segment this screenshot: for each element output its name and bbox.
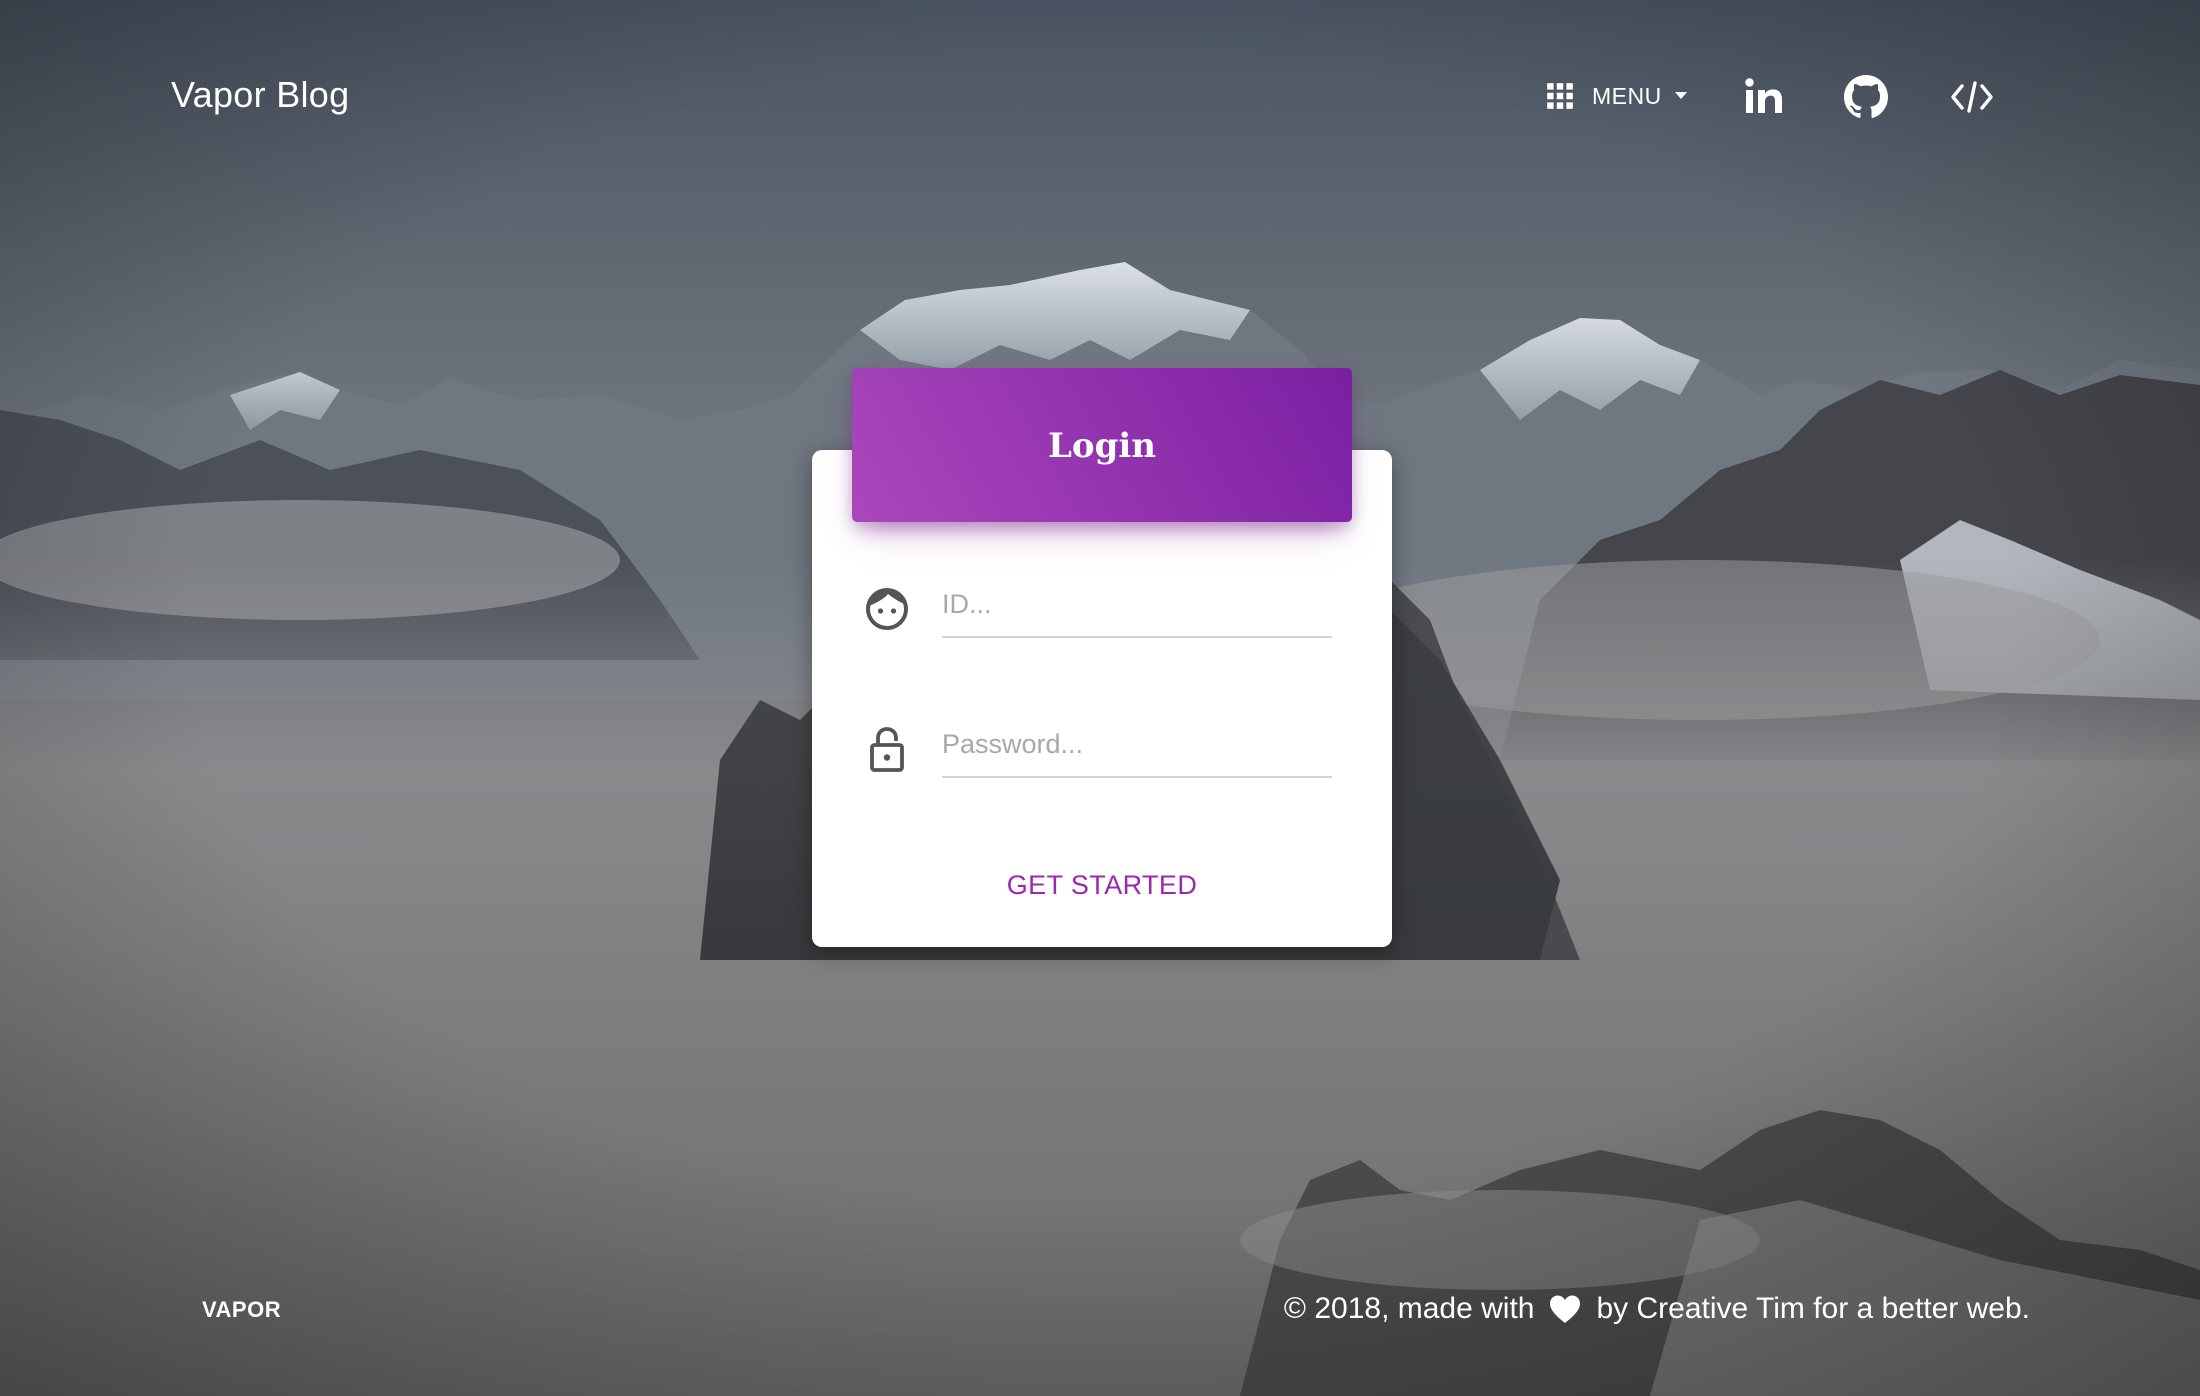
linkedin-icon xyxy=(1745,78,1782,113)
password-input[interactable] xyxy=(942,712,1332,778)
login-title: Login xyxy=(1048,426,1156,466)
menu-label: MENU xyxy=(1592,82,1662,109)
lock-icon xyxy=(862,724,912,774)
login-card-header: Login xyxy=(852,368,1352,522)
copyright-text-end: by Creative Tim for a better web. xyxy=(1596,1292,2030,1325)
heart-icon xyxy=(1550,1295,1581,1323)
id-input[interactable] xyxy=(942,572,1332,638)
top-navbar: Vapor Blog MENU xyxy=(0,0,2200,200)
footer-vapor-link[interactable]: VAPOR xyxy=(202,1297,281,1323)
login-page: Vapor Blog MENU Login ID... GET STARTED … xyxy=(0,0,2200,1396)
linkedin-link[interactable] xyxy=(1742,75,1786,119)
grid-icon xyxy=(1547,83,1573,109)
github-link[interactable] xyxy=(1844,75,1888,119)
nav-links: MENU xyxy=(0,0,2200,200)
footer-copyright: © 2018, made with by Creative Tim for a … xyxy=(1284,1292,2030,1326)
password-field xyxy=(862,712,1332,792)
menu-dropdown[interactable]: MENU xyxy=(1546,82,1688,110)
github-icon xyxy=(1844,75,1888,118)
face-icon xyxy=(862,584,912,634)
code-icon xyxy=(1951,81,1993,113)
copyright-text-start: © 2018, made with xyxy=(1283,1292,1535,1325)
get-started-button[interactable]: GET STARTED xyxy=(972,860,1232,910)
caret-down-icon xyxy=(1674,92,1687,99)
code-link[interactable] xyxy=(1950,75,1994,119)
id-field xyxy=(862,572,1332,652)
